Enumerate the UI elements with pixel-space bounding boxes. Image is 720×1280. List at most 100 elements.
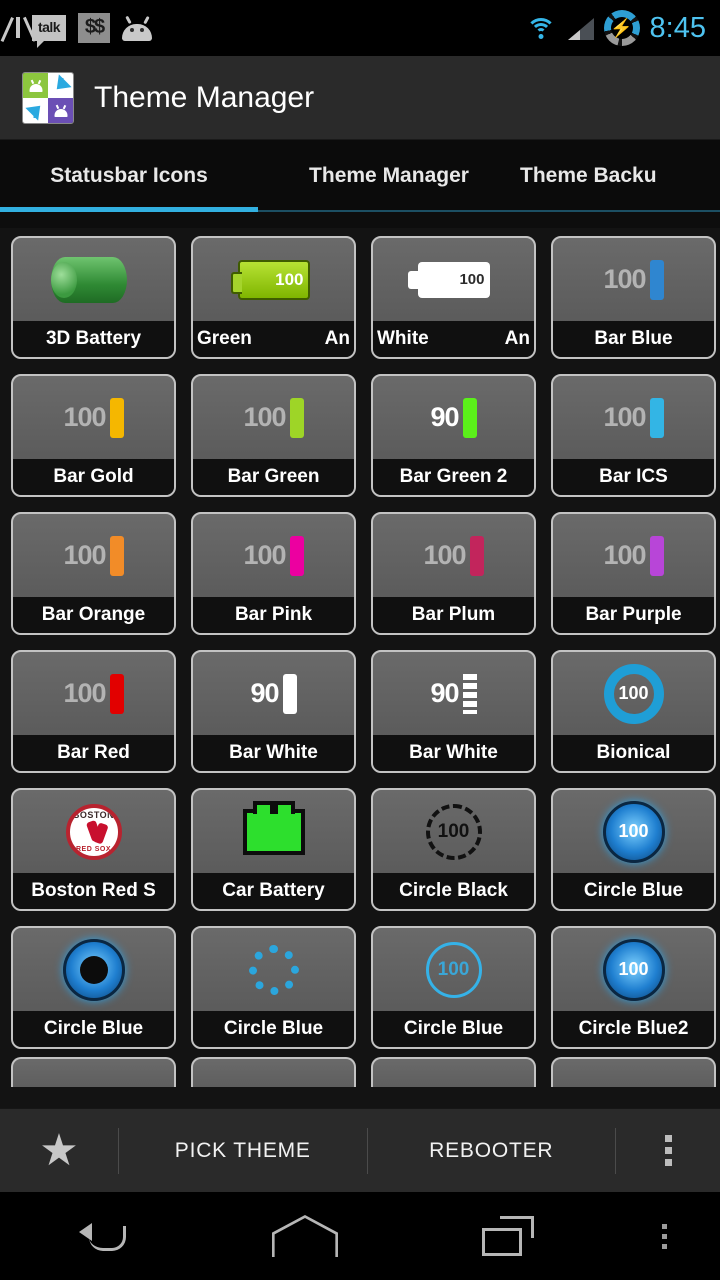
grid-item[interactable]: 100 Bar Pink bbox=[191, 512, 356, 635]
talk-icon: talk bbox=[32, 15, 66, 48]
tab-theme-backup[interactable]: Theme Backu bbox=[520, 140, 720, 212]
battery-value: 90 bbox=[430, 678, 459, 708]
grid-item[interactable]: Circle Blue bbox=[11, 926, 176, 1049]
app-action-bar: Theme Manager bbox=[0, 56, 720, 140]
battery-bar bbox=[109, 397, 124, 438]
home-button[interactable] bbox=[203, 1215, 406, 1257]
battery-icon: ⚡ bbox=[603, 10, 640, 46]
battery-bar bbox=[469, 535, 484, 576]
grid-item-label: Bar Pink bbox=[193, 597, 354, 633]
grid-item[interactable]: 100 Bar Plum bbox=[371, 512, 536, 635]
gmail-icon bbox=[16, 17, 20, 38]
battery-bar bbox=[109, 673, 124, 714]
tab-theme-manager[interactable]: Theme Manager bbox=[258, 140, 520, 212]
grid-item-label: Circle Black bbox=[373, 873, 534, 909]
grid-item-label: 3D Battery bbox=[13, 321, 174, 357]
grid-item[interactable]: 100 Green An bbox=[191, 236, 356, 359]
grid-item-label: Bar ICS bbox=[553, 459, 714, 495]
grid-item[interactable]: 100 Bar Purple bbox=[551, 512, 716, 635]
battery-value: 100 bbox=[423, 540, 466, 570]
grid-item[interactable]: 100 Circle Blue2 bbox=[551, 926, 716, 1049]
grid-item[interactable]: 100 Circle Blue bbox=[371, 926, 536, 1049]
grid-item[interactable]: 100 Circle Black bbox=[371, 788, 536, 911]
battery-circle-blue-thin-icon: 100 bbox=[373, 928, 534, 1011]
battery-value: 90 bbox=[250, 678, 279, 708]
battery-bar bbox=[289, 397, 304, 438]
grid-item[interactable]: 100 Circle Blue bbox=[551, 788, 716, 911]
battery-bar-icon: 90 bbox=[373, 376, 534, 459]
grid-item-label: Bar Purple bbox=[553, 597, 714, 633]
grid-item-label: Bar Green bbox=[193, 459, 354, 495]
star-icon: ★ bbox=[39, 1125, 79, 1175]
grid-item[interactable]: 100 Bar Orange bbox=[11, 512, 176, 635]
grid-item[interactable]: Circle Blue bbox=[191, 926, 356, 1049]
grid-item[interactable]: 100 Bar Blue bbox=[551, 236, 716, 359]
grid-item-partial[interactable] bbox=[191, 1057, 356, 1087]
favorite-button[interactable]: ★ bbox=[0, 1125, 118, 1175]
battery-green-android-icon: 100 bbox=[193, 238, 354, 321]
grid-partial-row bbox=[0, 1057, 720, 1087]
battery-value: 100 bbox=[63, 678, 106, 708]
car-battery-icon bbox=[193, 790, 354, 873]
battery-bar-segmented-icon: 90 bbox=[373, 652, 534, 735]
battery-ring-bionical-icon: 100 bbox=[553, 652, 714, 735]
grid-item[interactable]: 100 Bar ICS bbox=[551, 374, 716, 497]
currency-icon: $$ bbox=[78, 13, 110, 43]
grid-item[interactable]: 90 Bar Green 2 bbox=[371, 374, 536, 497]
battery-value: 100 bbox=[603, 540, 646, 570]
grid-item[interactable]: BOSTON RED SOX Boston Red S bbox=[11, 788, 176, 911]
grid-item[interactable]: 100 Bar Gold bbox=[11, 374, 176, 497]
recents-button[interactable] bbox=[407, 1216, 610, 1256]
battery-3d-green-icon bbox=[13, 238, 174, 321]
grid-item-label: Boston Red S bbox=[13, 873, 174, 909]
grid-item[interactable]: 100 Bar Red bbox=[11, 650, 176, 773]
battery-bar-icon: 90 bbox=[193, 652, 354, 735]
home-icon bbox=[271, 1215, 338, 1257]
grid-item-label: Bar White bbox=[373, 735, 534, 771]
grid-item[interactable]: 100 White An bbox=[371, 236, 536, 359]
grid-item-label-text: White bbox=[377, 328, 429, 349]
grid-item[interactable]: 100 Bar Green bbox=[191, 374, 356, 497]
grid-item[interactable]: 90 Bar White bbox=[371, 650, 536, 773]
grid-item-partial[interactable] bbox=[551, 1057, 716, 1087]
battery-value: 100 bbox=[603, 264, 646, 294]
battery-bar-icon: 100 bbox=[373, 514, 534, 597]
statusbar-icon-grid-scroll[interactable]: 3D Battery 100 Green An 100 White An 100… bbox=[0, 228, 720, 1108]
statusbar-icon-grid: 3D Battery 100 Green An 100 White An 100… bbox=[0, 228, 720, 1057]
battery-value: 100 bbox=[425, 803, 482, 860]
grid-item[interactable]: 3D Battery bbox=[11, 236, 176, 359]
grid-item-label: Bar White bbox=[193, 735, 354, 771]
rebooter-button[interactable]: REBOOTER bbox=[368, 1139, 616, 1163]
overflow-menu-button[interactable] bbox=[616, 1135, 720, 1166]
grid-item-label: Bionical bbox=[553, 735, 714, 771]
battery-bar-icon: 100 bbox=[193, 376, 354, 459]
back-button[interactable] bbox=[0, 1220, 203, 1252]
pick-theme-button[interactable]: PICK THEME bbox=[119, 1139, 367, 1163]
grid-item-label: White An bbox=[373, 321, 534, 357]
grid-item-label: Bar Orange bbox=[13, 597, 174, 633]
battery-value: 90 bbox=[430, 402, 459, 432]
battery-circle-blue-dotted-icon bbox=[193, 928, 354, 1011]
signal-icon bbox=[566, 16, 594, 40]
tab-statusbar-icons[interactable]: Statusbar Icons bbox=[0, 140, 258, 212]
grid-item[interactable]: Car Battery bbox=[191, 788, 356, 911]
battery-bar-icon: 100 bbox=[13, 376, 174, 459]
battery-value: 100 bbox=[63, 540, 106, 570]
overflow-menu-icon bbox=[664, 1135, 672, 1166]
battery-value: 100 bbox=[243, 402, 286, 432]
grid-item[interactable]: 100 Bionical bbox=[551, 650, 716, 773]
grid-item-partial[interactable] bbox=[11, 1057, 176, 1087]
battery-bar-icon: 100 bbox=[13, 652, 174, 735]
menu-button[interactable] bbox=[610, 1223, 720, 1249]
grid-item-label: Circle Blue bbox=[193, 1011, 354, 1047]
grid-item-partial[interactable] bbox=[371, 1057, 536, 1087]
theme-manager-app-icon bbox=[22, 71, 74, 124]
grid-item-label: Car Battery bbox=[193, 873, 354, 909]
tab-bar: Statusbar Icons Theme Manager Theme Back… bbox=[0, 140, 720, 212]
menu-icon bbox=[662, 1223, 668, 1249]
battery-circle-blue2-glow-icon: 100 bbox=[553, 928, 714, 1011]
battery-bar-icon: 100 bbox=[553, 376, 714, 459]
grid-item[interactable]: 90 Bar White bbox=[191, 650, 356, 773]
battery-bar bbox=[109, 535, 124, 576]
android-icon bbox=[122, 15, 152, 41]
